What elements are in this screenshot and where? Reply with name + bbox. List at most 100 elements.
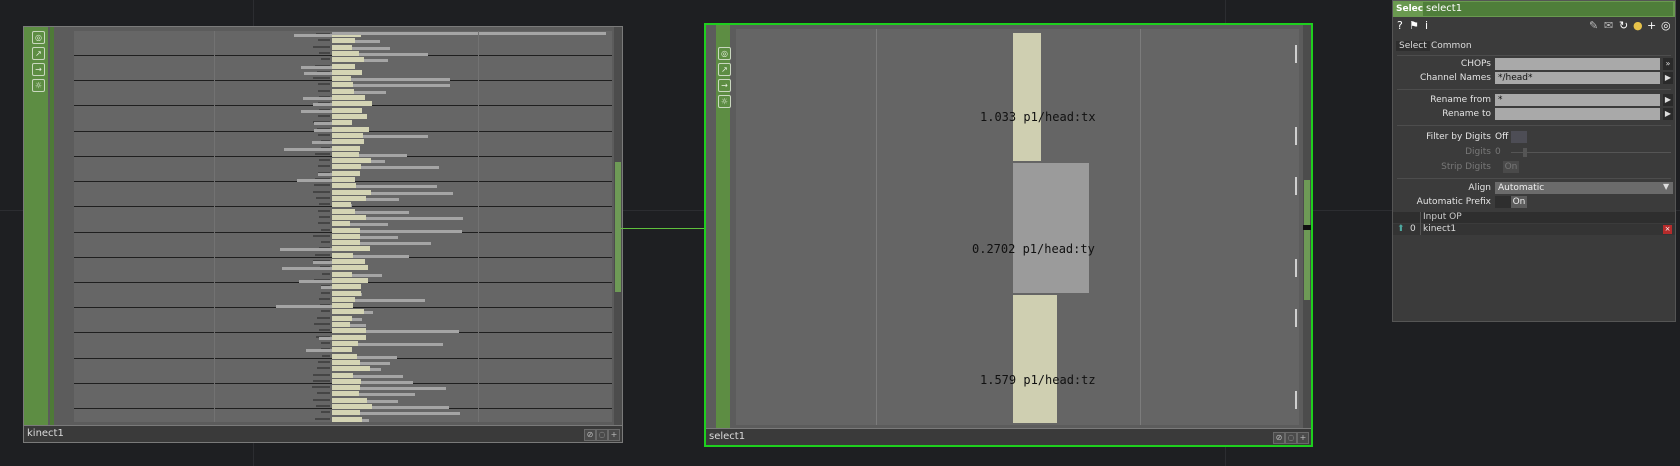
- delete-icon[interactable]: ×: [1663, 225, 1672, 234]
- channel-name-swatch: [332, 366, 370, 371]
- output-connector[interactable]: [615, 162, 621, 292]
- input-row-icon[interactable]: ⬆: [1397, 224, 1405, 234]
- auto-prefix-switch[interactable]: [1495, 196, 1511, 208]
- strip-digits-toggle[interactable]: On: [1503, 161, 1519, 173]
- channel-names-field[interactable]: */head*: [1495, 72, 1660, 84]
- viewer-active-icon[interactable]: ◎: [32, 31, 45, 44]
- add-param-icon[interactable]: +: [1647, 19, 1656, 32]
- node-wire[interactable]: [621, 228, 713, 229]
- lock-icon[interactable]: ◌: [1285, 432, 1297, 444]
- filter-digits-toggle[interactable]: Off: [1495, 131, 1511, 143]
- input-table-row[interactable]: ⬆ 0 kinect1 ×: [1393, 224, 1675, 235]
- comment-icon[interactable]: ✉: [1604, 19, 1613, 32]
- channel-value-bar: [360, 412, 460, 415]
- param-label: Channel Names: [1419, 73, 1491, 83]
- channel-value-swatch: [318, 134, 330, 136]
- input-row-value[interactable]: kinect1: [1423, 224, 1456, 234]
- channel-value-swatch: [315, 153, 330, 155]
- channel-name-swatch: [332, 278, 368, 283]
- channel-name-swatch: [332, 272, 352, 277]
- channel-name-swatch: [332, 360, 360, 365]
- chops-field[interactable]: [1495, 58, 1660, 70]
- bypass-icon[interactable]: ⊘: [1273, 432, 1285, 444]
- arrow-right-icon[interactable]: →: [32, 63, 45, 76]
- digits-slider-handle[interactable]: [1523, 148, 1527, 157]
- channel-name-swatch: [332, 391, 359, 396]
- menu-arrow-icon[interactable]: ▶: [1663, 108, 1673, 120]
- cook-icon[interactable]: ☼: [32, 79, 45, 92]
- channel-name-swatch: [332, 234, 360, 239]
- info-icon[interactable]: i: [1425, 19, 1428, 32]
- channel-name-swatch: [332, 341, 358, 346]
- channel-name-swatch: [332, 196, 366, 201]
- graph-icon[interactable]: ↗: [718, 63, 731, 76]
- channel-value-bar: [313, 103, 332, 106]
- menu-arrow-icon[interactable]: ▶: [1663, 72, 1673, 84]
- channel-value-swatch: [313, 374, 330, 376]
- param-rename-from: Rename from * ▶: [1393, 93, 1675, 107]
- channel-value-swatch: [313, 380, 330, 382]
- viewer-grid-line: [876, 29, 877, 425]
- digits-slider[interactable]: [1511, 152, 1671, 153]
- digits-field[interactable]: 0: [1495, 146, 1511, 158]
- channel-value-swatch: [318, 90, 330, 92]
- viewer-active-icon[interactable]: ◎: [718, 47, 731, 60]
- channel-value-bar: [367, 400, 398, 403]
- select1-node[interactable]: ◎ ↗ → ☼ 1.033 p1/head:tx 0.2702 p1/head:…: [704, 23, 1313, 447]
- align-dropdown[interactable]: Automatic: [1495, 182, 1673, 194]
- filter-digits-switch[interactable]: [1511, 131, 1527, 143]
- add-icon[interactable]: +: [608, 429, 620, 441]
- menu-arrow-icon[interactable]: ▶: [1663, 94, 1673, 106]
- channel-name-swatch: [332, 373, 353, 378]
- viewer-tick: [1295, 259, 1297, 277]
- rename-from-field[interactable]: *: [1495, 94, 1660, 106]
- node-footer: select1 ⊘ ◌ +: [706, 428, 1311, 445]
- viewer-tick: [1295, 391, 1297, 409]
- channel-value-bar: [361, 166, 439, 169]
- channel-value-bar: [360, 362, 390, 365]
- bypass-icon[interactable]: ⊘: [584, 429, 596, 441]
- chevron-down-icon[interactable]: ▼: [1663, 182, 1669, 191]
- target-icon[interactable]: ◎: [1661, 19, 1671, 32]
- channel-value-bar: [364, 311, 373, 314]
- channel-name-swatch: [332, 410, 360, 415]
- channel-value-bar: [319, 337, 332, 340]
- python-help-icon[interactable]: ⚑: [1409, 19, 1419, 32]
- channel-value-bar: [352, 318, 362, 321]
- help-icon[interactable]: ?: [1397, 19, 1403, 32]
- channel-value-swatch: [318, 210, 330, 212]
- channel-name-swatch: [332, 57, 364, 62]
- python-icon[interactable]: ●: [1633, 19, 1643, 32]
- tab-common[interactable]: Common: [1431, 41, 1472, 51]
- node-name-label[interactable]: select1: [709, 431, 745, 442]
- add-icon[interactable]: +: [1297, 432, 1309, 444]
- channel-value-swatch: [315, 418, 330, 420]
- divider: [1397, 125, 1671, 126]
- param-align: Align Automatic ▼: [1393, 181, 1675, 195]
- refresh-icon[interactable]: ↻: [1619, 19, 1628, 32]
- browse-icon[interactable]: »: [1663, 58, 1673, 70]
- channel-value-bar: [359, 154, 407, 157]
- tab-select[interactable]: Select: [1396, 41, 1430, 51]
- rename-to-field[interactable]: [1495, 108, 1660, 120]
- output-connector[interactable]: [1304, 180, 1310, 300]
- channel-value-swatch: [322, 355, 330, 357]
- node-name-label[interactable]: kinect1: [27, 428, 64, 439]
- channel-value-swatch: [318, 39, 330, 41]
- auto-prefix-toggle[interactable]: On: [1511, 196, 1527, 208]
- divider: [1397, 55, 1671, 56]
- channel-value-bar: [366, 217, 463, 220]
- arrow-right-icon[interactable]: →: [718, 79, 731, 92]
- channel-value-bar: [276, 305, 332, 308]
- channel-name-swatch: [332, 335, 366, 340]
- cook-icon[interactable]: ☼: [718, 95, 731, 108]
- channel-name-swatch: [332, 246, 370, 251]
- graph-icon[interactable]: ↗: [32, 47, 45, 60]
- lock-icon[interactable]: ◌: [596, 429, 608, 441]
- channel-name-swatch: [332, 265, 368, 270]
- channel-value-swatch: [317, 392, 330, 394]
- kinect1-node[interactable]: ◎ ↗ → ☼ kinect1 ⊘ ◌ +: [23, 26, 623, 443]
- channel-name-swatch: [332, 64, 355, 69]
- op-name-field[interactable]: select1: [1423, 2, 1673, 16]
- edit-icon[interactable]: ✎: [1589, 19, 1598, 32]
